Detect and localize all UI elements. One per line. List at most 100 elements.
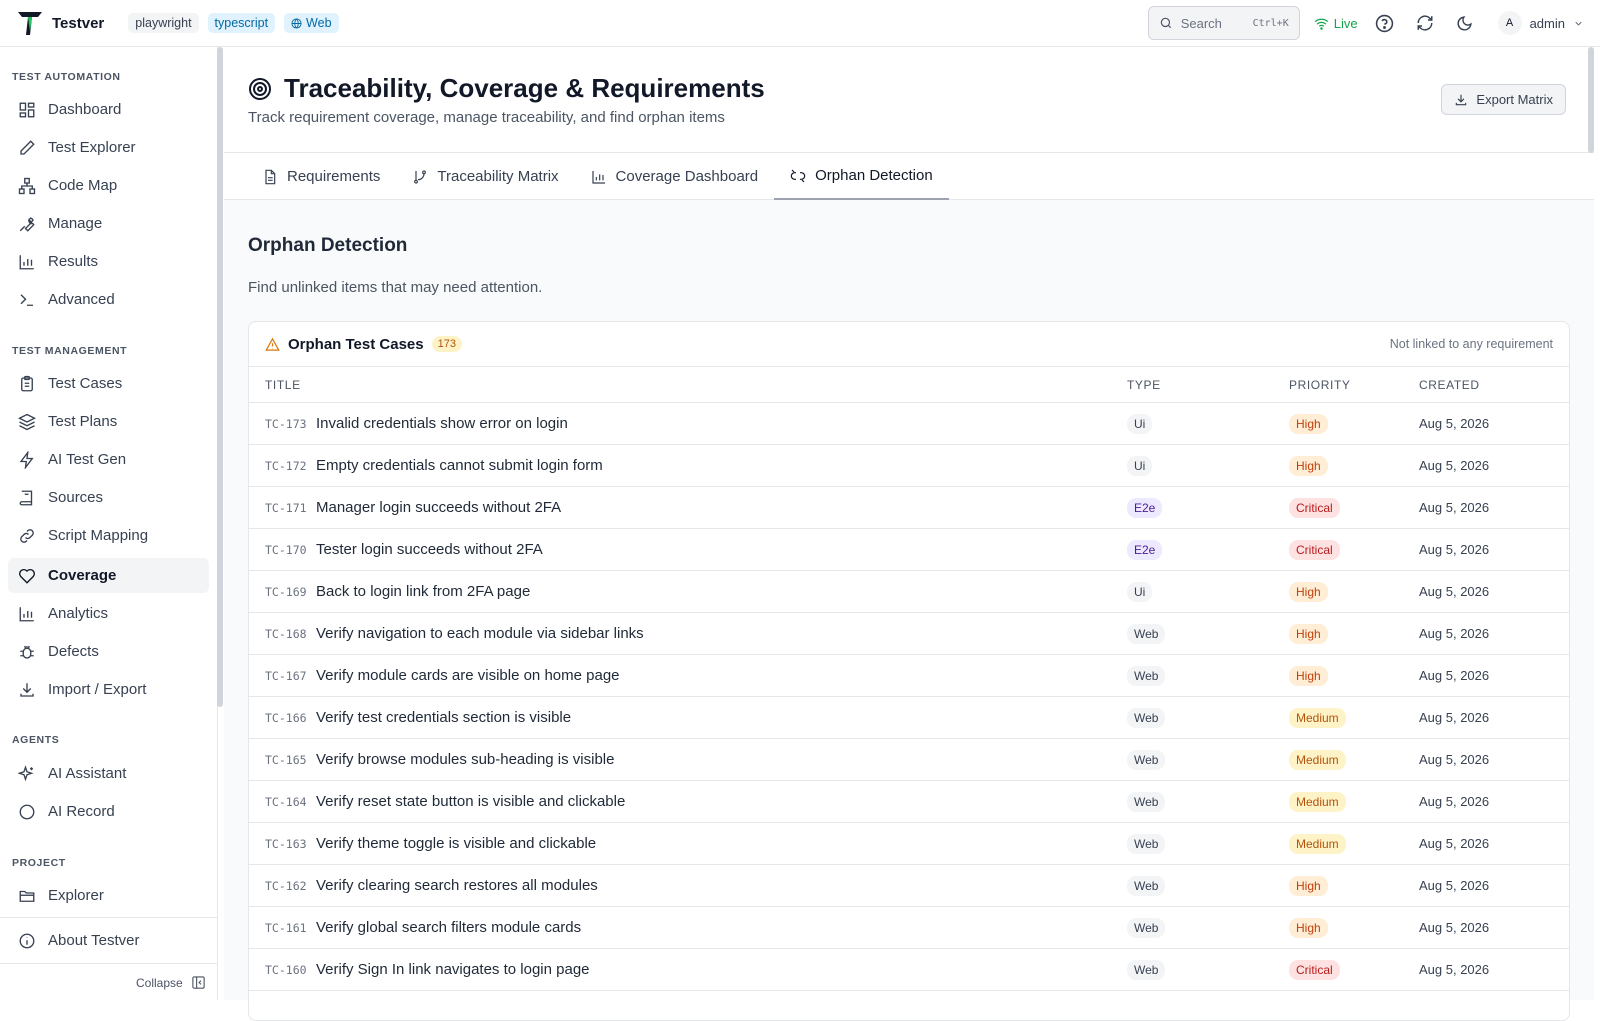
table-row[interactable]: TC-163 Verify theme toggle is visible and… — [249, 823, 1569, 865]
table-body: TC-173 Invalid credentials show error on … — [249, 403, 1569, 991]
test-case-title[interactable]: Verify clearing search restores all modu… — [316, 877, 598, 894]
table-row[interactable]: TC-164 Verify reset state button is visib… — [249, 781, 1569, 823]
git-branch-icon — [414, 169, 427, 184]
search-button[interactable]: Search Ctrl+K — [1147, 6, 1300, 40]
sidebar-item-label: Advanced — [48, 291, 115, 308]
table-row[interactable]: TC-168 Verify navigation to each module v… — [249, 613, 1569, 655]
priority-badge: High — [1289, 582, 1328, 602]
sidebar-item-dashboard[interactable]: Dashboard — [8, 92, 209, 127]
user-menu[interactable]: A admin — [1497, 11, 1584, 35]
column-header-type[interactable]: TYPE — [1127, 378, 1161, 392]
test-case-title[interactable]: Invalid credentials show error on login — [316, 415, 568, 432]
table-row[interactable]: TC-162 Verify clearing search restores al… — [249, 865, 1569, 907]
main-scrollbar[interactable] — [1588, 47, 1594, 153]
table-row[interactable]: TC-173 Invalid credentials show error on … — [249, 403, 1569, 445]
search-shortcut: Ctrl+K — [1252, 17, 1289, 29]
sidebar-item-manage[interactable]: Manage — [8, 206, 209, 241]
tab-coverage-dashboard[interactable]: Coverage Dashboard — [575, 153, 775, 200]
collapse-label: Collapse — [136, 975, 183, 990]
page-subtitle: Track requirement coverage, manage trace… — [248, 109, 725, 126]
export-label: Export Matrix — [1476, 92, 1553, 107]
sidebar-item-about[interactable]: About Testver — [8, 923, 209, 958]
test-case-title[interactable]: Verify test credentials section is visib… — [316, 709, 571, 726]
tab-label: Requirements — [287, 168, 381, 185]
column-header-created[interactable]: CREATED — [1419, 378, 1480, 392]
count-badge: 173 — [431, 336, 462, 352]
table-row[interactable]: TC-170 Tester login succeeds without 2FA E… — [249, 529, 1569, 571]
sidebar-item-advanced[interactable]: Advanced — [8, 282, 209, 317]
priority-badge: High — [1289, 624, 1328, 644]
sidebar-item-code-map[interactable]: Code Map — [8, 168, 209, 203]
sidebar-item-label: Test Cases — [48, 375, 123, 392]
sidebar-item-defects[interactable]: Defects — [8, 634, 209, 669]
type-badge: Web — [1127, 708, 1166, 728]
tab-requirements[interactable]: Requirements — [246, 153, 396, 200]
created-date: Aug 5, 2026 — [1419, 752, 1490, 767]
test-case-title[interactable]: Tester login succeeds without 2FA — [316, 541, 543, 558]
table-row[interactable]: TC-160 Verify Sign In link navigates to l… — [249, 949, 1569, 991]
sidebar-item-test-cases[interactable]: Test Cases — [8, 366, 209, 401]
tab-label: Orphan Detection — [815, 167, 933, 184]
table-row[interactable]: TC-166 Verify test credentials section is… — [249, 697, 1569, 739]
sidebar-item-test-explorer[interactable]: Test Explorer — [8, 130, 209, 165]
app-logo[interactable]: Testver — [16, 9, 128, 37]
tab-orphan-detection[interactable]: Orphan Detection — [774, 153, 949, 200]
test-case-title[interactable]: Empty credentials cannot submit login fo… — [316, 457, 603, 474]
test-case-title[interactable]: Verify module cards are visible on home … — [316, 667, 620, 684]
test-case-id: TC-167 — [265, 669, 307, 683]
theme-toggle[interactable] — [1452, 10, 1478, 36]
table-row[interactable]: TC-161 Verify global search filters modul… — [249, 907, 1569, 949]
sidebar-item-import-export[interactable]: Import / Export — [8, 672, 209, 707]
sidebar-item-ai-record[interactable]: AI Record — [8, 794, 209, 829]
refresh-button[interactable] — [1412, 10, 1438, 36]
sidebar-item-label: Script Mapping — [48, 527, 149, 544]
test-case-title[interactable]: Verify browse modules sub-heading is vis… — [316, 751, 614, 768]
sidebar-item-sources[interactable]: Sources — [8, 480, 209, 515]
test-case-title[interactable]: Verify navigation to each module via sid… — [316, 625, 644, 642]
test-case-id: TC-162 — [265, 879, 307, 893]
export-matrix-button[interactable]: Export Matrix — [1441, 84, 1566, 115]
sidebar-item-label: Import / Export — [48, 681, 147, 698]
sidebar-item-test-plans[interactable]: Test Plans — [8, 404, 209, 439]
document-icon — [265, 169, 276, 184]
test-case-title[interactable]: Manager login succeeds without 2FA — [316, 499, 561, 516]
test-case-title[interactable]: Back to login link from 2FA page — [316, 583, 530, 600]
sidebar-item-ai-assistant[interactable]: AI Assistant — [8, 756, 209, 791]
page-header: Traceability, Coverage & Requirements Tr… — [224, 47, 1594, 153]
sidebar-item-analytics[interactable]: Analytics — [8, 596, 209, 631]
sidebar-item-explorer[interactable]: Explorer — [8, 878, 209, 913]
live-status[interactable]: Live — [1314, 16, 1358, 31]
test-case-title[interactable]: Verify theme toggle is visible and click… — [316, 835, 596, 852]
sidebar-item-results[interactable]: Results — [8, 244, 209, 279]
table-row[interactable]: TC-172 Empty credentials cannot submit lo… — [249, 445, 1569, 487]
sidebar-scrollbar[interactable] — [217, 47, 223, 707]
sidebar-collapse-icon — [192, 976, 205, 989]
table-row[interactable]: TC-171 Manager login succeeds without 2FA… — [249, 487, 1569, 529]
type-badge: Web — [1127, 792, 1166, 812]
test-case-id: TC-170 — [265, 543, 307, 557]
test-case-title[interactable]: Verify reset state button is visible and… — [316, 793, 625, 810]
table-row[interactable]: TC-169 Back to login link from 2FA page Ui… — [249, 571, 1569, 613]
priority-badge: High — [1289, 414, 1328, 434]
network-icon — [18, 177, 36, 194]
table-row[interactable]: TC-167 Verify module cards are visible on… — [249, 655, 1569, 697]
sidebar-item-ai-test-gen[interactable]: AI Test Gen — [8, 442, 209, 477]
sidebar-item-script-mapping[interactable]: Script Mapping — [8, 518, 209, 553]
column-header-priority[interactable]: PRIORITY — [1289, 378, 1350, 392]
clipboard-icon — [21, 375, 33, 391]
test-case-id: TC-172 — [265, 459, 307, 473]
test-case-title[interactable]: Verify Sign In link navigates to login p… — [316, 961, 590, 978]
search-icon — [1160, 17, 1171, 29]
table-row[interactable]: TC-165 Verify browse modules sub-heading … — [249, 739, 1569, 781]
test-case-title[interactable]: Verify global search filters module card… — [316, 919, 581, 936]
sidebar-item-coverage[interactable]: Coverage — [8, 558, 209, 593]
column-header-title[interactable]: TITLE — [265, 378, 301, 392]
help-button[interactable] — [1372, 10, 1398, 36]
collapse-sidebar-button[interactable]: Collapse — [136, 975, 206, 990]
tab-traceability-matrix[interactable]: Traceability Matrix — [396, 153, 574, 200]
type-badge: Web — [1127, 666, 1166, 686]
heart-icon — [19, 568, 35, 584]
test-case-id: TC-160 — [265, 963, 307, 977]
orphan-test-cases-card: Orphan Test Cases 173 Not linked to any … — [248, 321, 1570, 1021]
sparkles-icon — [18, 764, 34, 781]
